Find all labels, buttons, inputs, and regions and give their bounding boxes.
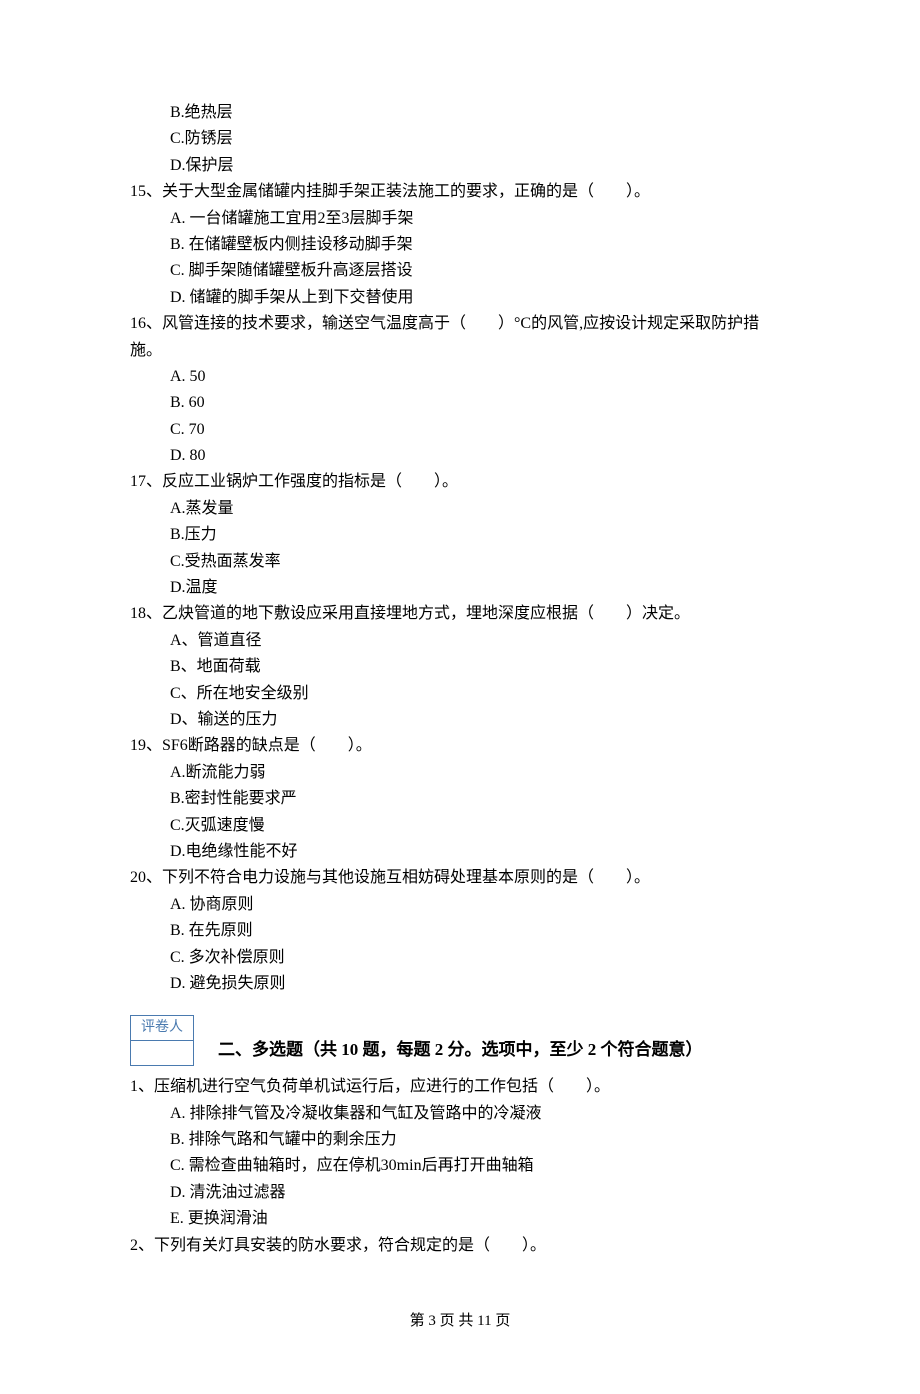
q18-stem: 18、乙炔管道的地下敷设应采用直接埋地方式，埋地深度应根据（ ）决定。 [130,601,790,627]
section-header-row: 评卷人 二、多选题（共 10 题，每题 2 分。选项中，至少 2 个符合题意） [130,1007,790,1066]
q17-stem: 17、反应工业锅炉工作强度的指标是（ ）。 [130,469,790,495]
q15-option-b: B. 在储罐壁板内侧挂设移动脚手架 [130,232,790,258]
q18-option-a: A、管道直径 [130,628,790,654]
s2q1-option-d: D. 清洗油过滤器 [130,1180,790,1206]
q14-option-d: D.保护层 [130,153,790,179]
q16-option-c: C. 70 [130,417,790,443]
s2q1-stem: 1、压缩机进行空气负荷单机试运行后，应进行的工作包括（ ）。 [130,1074,790,1100]
q15-option-d: D. 储罐的脚手架从上到下交替使用 [130,285,790,311]
s2q1-option-a: A. 排除排气管及冷凝收集器和气缸及管路中的冷凝液 [130,1101,790,1127]
s2q1-option-c: C. 需检查曲轴箱时，应在停机30min后再打开曲轴箱 [130,1153,790,1179]
q19-stem: 19、SF6断路器的缺点是（ ）。 [130,733,790,759]
q16-stem-line2: 施。 [130,338,790,364]
q19-option-b: B.密封性能要求严 [130,786,790,812]
page-footer: 第 3 页 共 11 页 [130,1309,790,1334]
q18-option-b: B、地面荷载 [130,654,790,680]
q20-option-a: A. 协商原则 [130,892,790,918]
q15-option-a: A. 一台储罐施工宜用2至3层脚手架 [130,206,790,232]
q16-stem-line1: 16、风管连接的技术要求，输送空气温度高于（ ）°C的风管,应按设计规定采取防护… [130,311,790,337]
q19-option-c: C.灭弧速度慢 [130,813,790,839]
q17-option-a: A.蒸发量 [130,496,790,522]
q19-option-d: D.电绝缘性能不好 [130,839,790,865]
q20-option-d: D. 避免损失原则 [130,971,790,997]
section2-title: 二、多选题（共 10 题，每题 2 分。选项中，至少 2 个符合题意） [218,1036,703,1066]
q14-option-c: C.防锈层 [130,126,790,152]
q16-option-b: B. 60 [130,390,790,416]
grader-box: 评卷人 [130,1015,194,1066]
q15-option-c: C. 脚手架随储罐壁板升高逐层搭设 [130,258,790,284]
grader-empty-cell [130,1041,194,1066]
q16-option-a: A. 50 [130,364,790,390]
q18-option-c: C、所在地安全级别 [130,681,790,707]
q20-stem: 20、下列不符合电力设施与其他设施互相妨碍处理基本原则的是（ ）。 [130,865,790,891]
s2q1-option-b: B. 排除气路和气罐中的剩余压力 [130,1127,790,1153]
q14-option-b: B.绝热层 [130,100,790,126]
q17-option-d: D.温度 [130,575,790,601]
q17-option-b: B.压力 [130,522,790,548]
q19-option-a: A.断流能力弱 [130,760,790,786]
q16-option-d: D. 80 [130,443,790,469]
q20-option-c: C. 多次补偿原则 [130,945,790,971]
q15-stem: 15、关于大型金属储罐内挂脚手架正装法施工的要求，正确的是（ ）。 [130,179,790,205]
s2q1-option-e: E. 更换润滑油 [130,1206,790,1232]
s2q2-stem: 2、下列有关灯具安装的防水要求，符合规定的是（ ）。 [130,1233,790,1259]
q18-option-d: D、输送的压力 [130,707,790,733]
q20-option-b: B. 在先原则 [130,918,790,944]
q17-option-c: C.受热面蒸发率 [130,549,790,575]
grader-label: 评卷人 [130,1015,194,1041]
